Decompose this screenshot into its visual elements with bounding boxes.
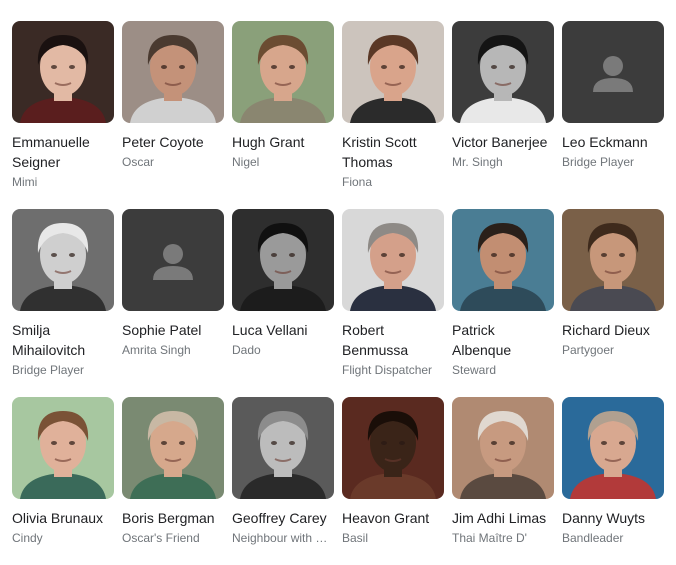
actor-name: Luca Vellani <box>232 322 308 338</box>
cast-card[interactable]: Sophie Patel Amrita Singh <box>122 209 225 359</box>
character-name: Bandleader <box>562 531 624 545</box>
cast-card[interactable]: Smilja Mihailovitch Bridge Player <box>12 209 115 379</box>
cast-card[interactable]: Kristin Scott Thomas Fiona <box>342 21 445 191</box>
actor-name: Heavon Grant <box>342 510 430 526</box>
person-placeholder-icon <box>122 209 224 311</box>
cast-photo <box>12 397 114 499</box>
actor-name: Hugh Grant <box>232 134 305 150</box>
actor-name: Kristin Scott Thomas <box>342 134 417 170</box>
character-name: Cindy <box>12 531 43 545</box>
character-name: Fiona <box>342 175 373 189</box>
cast-card[interactable]: Peter Coyote Oscar <box>122 21 225 171</box>
actor-name: Victor Banerjee <box>452 134 548 150</box>
cast-photo <box>12 209 114 311</box>
cast-photo <box>122 21 224 123</box>
cast-card[interactable]: Emmanuelle Seigner Mimi <box>12 21 115 191</box>
character-name: Steward <box>452 363 497 377</box>
cast-photo <box>452 397 554 499</box>
cast-card[interactable]: Geoffrey Carey Neighbour with … <box>232 397 335 547</box>
actor-name: Olivia Brunaux <box>12 510 104 526</box>
actor-name: Emmanuelle Seigner <box>12 134 90 170</box>
cast-card[interactable]: Robert Benmussa Flight Dispatcher <box>342 209 445 379</box>
cast-photo <box>342 397 444 499</box>
character-name: Thai Maître D' <box>452 531 527 545</box>
character-name: Dado <box>232 343 261 357</box>
cast-photo <box>452 21 554 123</box>
cast-photo <box>122 397 224 499</box>
character-name: Oscar's Friend <box>122 531 200 545</box>
cast-card[interactable]: Victor Banerjee Mr. Singh <box>452 21 555 171</box>
actor-name: Geoffrey Carey <box>232 510 327 526</box>
cast-card[interactable]: Luca Vellani Dado <box>232 209 335 359</box>
character-name: Basil <box>342 531 369 545</box>
actor-name: Sophie Patel <box>122 322 202 338</box>
character-name: Partygoer <box>562 343 615 357</box>
cast-photo <box>232 209 334 311</box>
character-name: Bridge Player <box>12 363 85 377</box>
character-name: Oscar <box>122 155 155 169</box>
cast-photo <box>562 397 664 499</box>
cast-card[interactable]: Patrick Albenque Steward <box>452 209 555 379</box>
actor-name: Robert Benmussa <box>342 322 409 358</box>
actor-name: Patrick Albenque <box>452 322 512 358</box>
actor-name: Danny Wuyts <box>562 510 645 526</box>
character-name: Nigel <box>232 155 260 169</box>
character-name: Mimi <box>12 175 38 189</box>
actor-name: Jim Adhi Limas <box>452 510 547 526</box>
character-name: Flight Dispatcher <box>342 363 433 377</box>
character-name: Mr. Singh <box>452 155 503 169</box>
cast-photo <box>562 209 664 311</box>
person-placeholder-icon <box>562 21 664 123</box>
actor-name: Leo Eckmann <box>562 134 648 150</box>
cast-photo <box>232 21 334 123</box>
cast-card[interactable]: Danny Wuyts Bandleader <box>562 397 665 547</box>
cast-photo <box>12 21 114 123</box>
actor-name: Smilja Mihailovitch <box>12 322 86 358</box>
cast-card[interactable]: Olivia Brunaux Cindy <box>12 397 115 547</box>
cast-photo <box>342 21 444 123</box>
cast-card[interactable]: Leo Eckmann Bridge Player <box>562 21 665 171</box>
actor-name: Richard Dieux <box>562 322 650 338</box>
cast-photo <box>342 209 444 311</box>
cast-photo <box>452 209 554 311</box>
character-name: Amrita Singh <box>122 343 191 357</box>
cast-card[interactable]: Jim Adhi Limas Thai Maître D' <box>452 397 555 547</box>
character-name: Neighbour with … <box>232 531 328 545</box>
cast-card[interactable]: Boris Bergman Oscar's Friend <box>122 397 225 547</box>
cast-photo <box>232 397 334 499</box>
actor-name: Peter Coyote <box>122 134 204 150</box>
character-name: Bridge Player <box>562 155 635 169</box>
cast-card[interactable]: Hugh Grant Nigel <box>232 21 335 171</box>
actor-name: Boris Bergman <box>122 510 215 526</box>
cast-card[interactable]: Heavon Grant Basil <box>342 397 445 547</box>
cast-card[interactable]: Richard Dieux Partygoer <box>562 209 665 359</box>
